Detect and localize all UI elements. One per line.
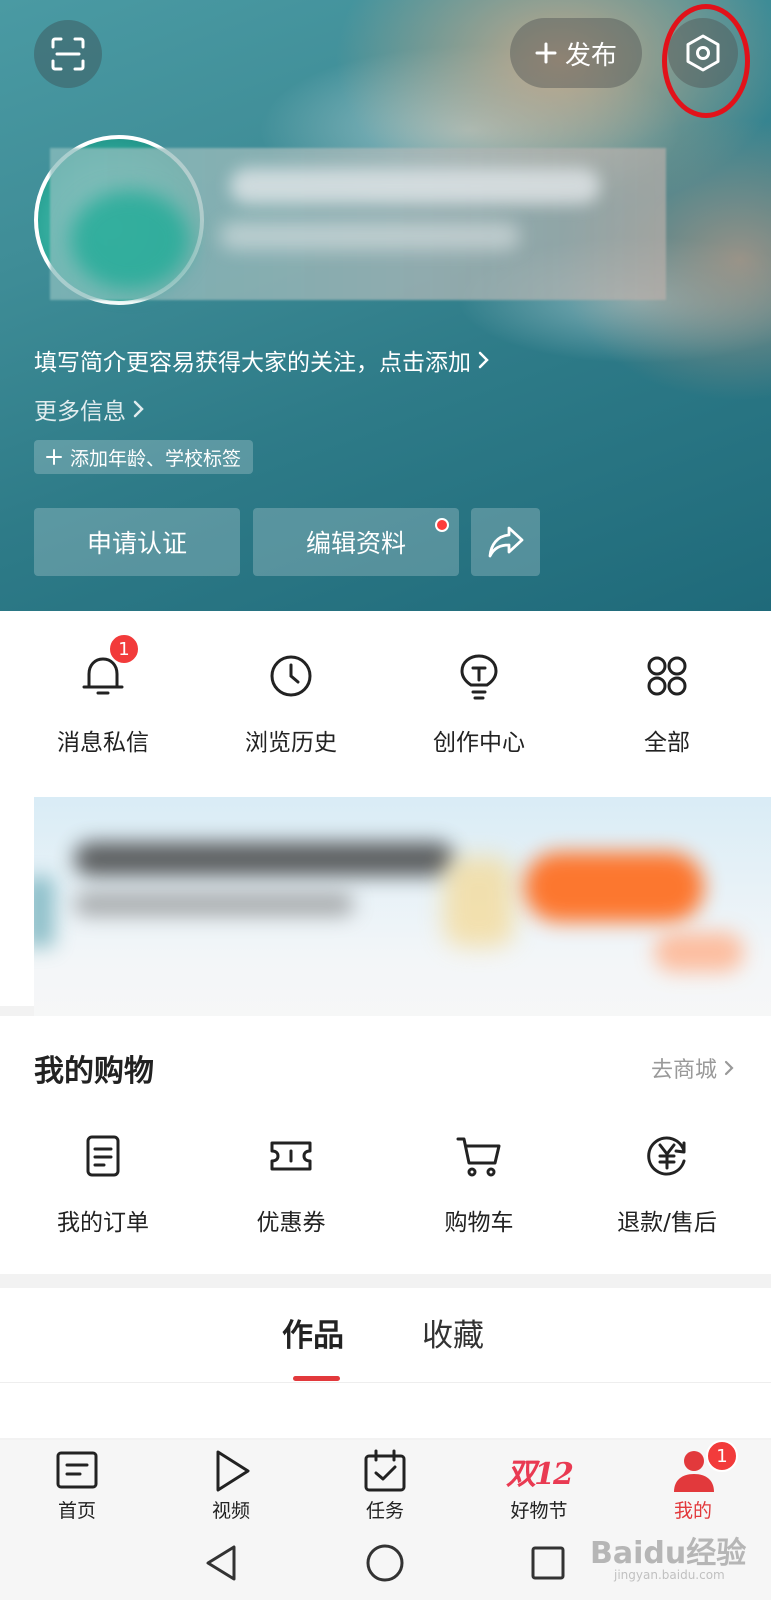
quick-action-label: 全部 xyxy=(644,730,690,756)
tab-works[interactable]: 作品 xyxy=(282,1310,344,1355)
coupon-icon xyxy=(270,1141,312,1171)
nav-shopping-festival[interactable]: 双12 好物节 xyxy=(484,1448,594,1523)
quick-action-label: 浏览历史 xyxy=(245,730,337,756)
active-tab-indicator xyxy=(293,1376,340,1381)
shop-item-coupons[interactable]: 优惠券 xyxy=(196,1131,386,1237)
shop-item-refund[interactable]: 退款/售后 xyxy=(572,1131,762,1237)
shop-item-cart[interactable]: 购物车 xyxy=(384,1131,574,1237)
banner-blurred-subtitle xyxy=(74,892,354,916)
chevron-right-icon xyxy=(478,351,489,369)
shop-item-label: 优惠券 xyxy=(256,1210,326,1236)
add-tags-chip[interactable]: 添加年龄、学校标签 xyxy=(34,440,254,474)
clock-icon xyxy=(270,655,312,697)
bio-prompt[interactable]: 填写简介更容易获得大家的关注，点击添加 xyxy=(34,343,491,377)
play-icon xyxy=(216,1450,250,1492)
nav-tasks[interactable]: 任务 xyxy=(330,1448,440,1523)
double-twelve-logo: 双12 xyxy=(506,1457,574,1492)
me-badge: 1 xyxy=(706,1440,738,1472)
profile-header: 发布 填写简介更容易获得大家的关注，点击添加 更多信息 添加年龄、学校标签 申请… xyxy=(0,0,771,611)
blurred-avatar-content xyxy=(70,190,190,290)
edit-profile-button[interactable]: 编辑资料 xyxy=(253,508,459,576)
order-icon xyxy=(86,1135,120,1177)
quick-action-messages[interactable]: 1 消息私信 xyxy=(8,633,198,757)
nav-home[interactable]: 首页 xyxy=(22,1448,132,1523)
section-title: 我的购物 xyxy=(34,1054,154,1089)
promo-banner[interactable] xyxy=(34,797,771,1030)
nav-label: 视频 xyxy=(211,1500,250,1522)
edit-profile-label: 编辑资料 xyxy=(305,529,406,558)
watermark: Baidu经验 xyxy=(590,1536,747,1571)
quick-action-all[interactable]: 全部 xyxy=(572,651,762,757)
scan-button[interactable] xyxy=(34,20,102,88)
tab-favorites[interactable]: 收藏 xyxy=(422,1310,484,1355)
chevron-right-icon xyxy=(724,1060,734,1076)
nav-label: 好物节 xyxy=(510,1500,568,1522)
publish-button[interactable]: 发布 xyxy=(510,18,642,88)
go-to-store-link[interactable]: 去商城 xyxy=(651,1052,735,1084)
plus-icon xyxy=(46,449,62,465)
scan-icon xyxy=(51,37,85,71)
apply-certification-label: 申请认证 xyxy=(86,529,187,558)
quick-action-history[interactable]: 浏览历史 xyxy=(196,651,386,757)
blurred-username xyxy=(230,168,600,204)
banner-graphic xyxy=(444,857,514,947)
go-to-store-text: 去商城 xyxy=(650,1058,717,1083)
nav-label: 任务 xyxy=(365,1500,404,1522)
banner-blurred-title xyxy=(74,842,454,876)
divider xyxy=(0,1382,771,1383)
chevron-right-icon xyxy=(133,400,144,418)
nav-label: 首页 xyxy=(57,1500,96,1522)
recents-icon[interactable] xyxy=(526,1541,570,1585)
shop-item-label: 我的订单 xyxy=(57,1210,149,1236)
my-shopping-section: 我的购物 去商城 我的订单 优惠券 购物车 退款/售后 xyxy=(0,1016,771,1274)
cart-icon xyxy=(456,1137,501,1177)
publish-label: 发布 xyxy=(564,40,617,71)
blurred-user-stats xyxy=(220,222,520,250)
lightbulb-icon xyxy=(460,654,498,700)
notification-dot xyxy=(435,518,449,532)
shop-item-label: 退款/售后 xyxy=(617,1210,717,1236)
bottom-navigation: 首页 视频 任务 双12 好物节 1 我的 xyxy=(0,1440,771,1525)
add-tags-text: 添加年龄、学校标签 xyxy=(70,447,242,470)
bio-prompt-text: 填写简介更容易获得大家的关注，点击添加 xyxy=(34,350,471,376)
quick-action-creator-center[interactable]: 创作中心 xyxy=(384,651,574,757)
shop-item-label: 购物车 xyxy=(444,1210,514,1236)
messages-badge: 1 xyxy=(108,633,140,665)
more-info-text: 更多信息 xyxy=(34,399,126,425)
shop-item-orders[interactable]: 我的订单 xyxy=(8,1131,198,1237)
banner-blurred-cta xyxy=(524,852,704,922)
home-icon xyxy=(56,1451,98,1489)
content-tabs: 作品 收藏 xyxy=(0,1288,771,1438)
plus-icon xyxy=(535,42,557,64)
back-icon[interactable] xyxy=(200,1541,244,1585)
nav-label: 我的 xyxy=(673,1500,712,1522)
banner-graphic xyxy=(654,932,744,972)
quick-action-label: 消息私信 xyxy=(57,730,149,756)
banner-graphic xyxy=(34,877,54,947)
calendar-check-icon xyxy=(364,1449,406,1492)
watermark-url: jingyan.baidu.com xyxy=(614,1568,725,1582)
share-icon xyxy=(488,526,523,558)
nav-video[interactable]: 视频 xyxy=(176,1448,286,1523)
home-circle-icon[interactable] xyxy=(363,1541,407,1585)
quick-action-label: 创作中心 xyxy=(433,730,525,756)
grid-icon xyxy=(647,656,687,696)
more-info-link[interactable]: 更多信息 xyxy=(34,392,146,426)
share-profile-button[interactable] xyxy=(471,508,540,576)
apply-certification-button[interactable]: 申请认证 xyxy=(34,508,240,576)
highlight-annotation-ring xyxy=(662,4,750,118)
refund-icon xyxy=(647,1136,686,1176)
nav-me[interactable]: 1 我的 xyxy=(638,1440,748,1523)
